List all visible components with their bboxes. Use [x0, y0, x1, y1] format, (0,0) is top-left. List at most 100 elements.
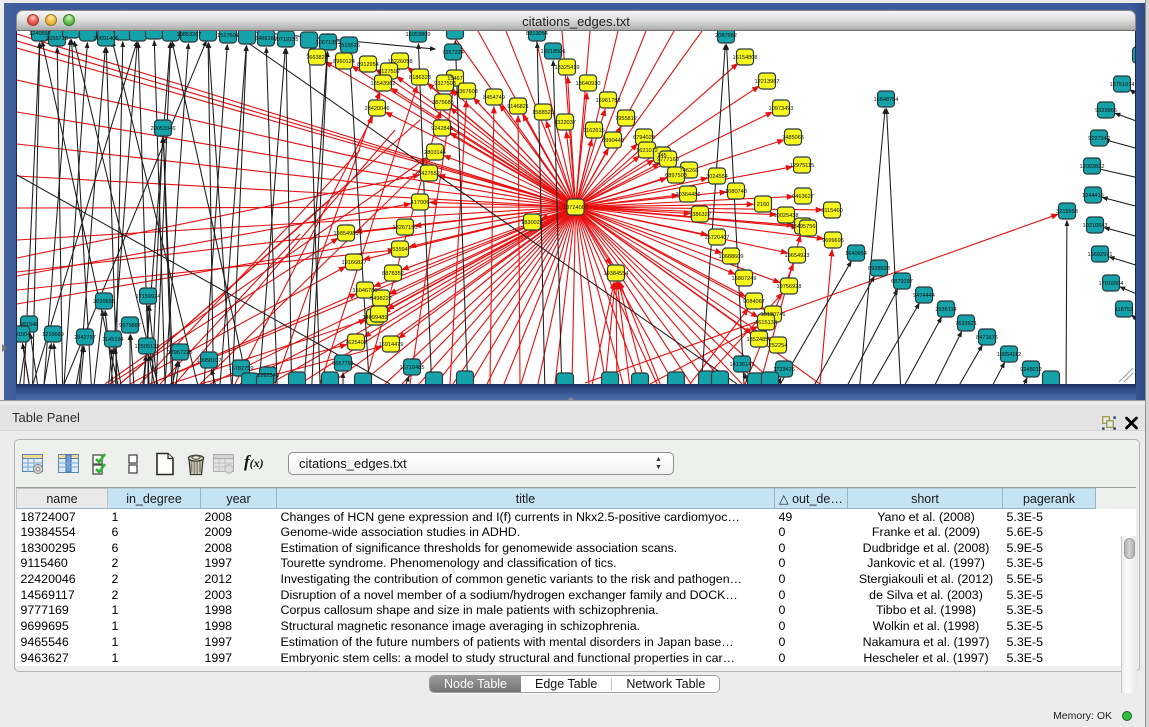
- svg-text:8322037: 8322037: [554, 120, 576, 126]
- svg-text:1830027: 1830027: [521, 220, 543, 226]
- svg-text:1733426: 1733426: [773, 367, 795, 373]
- svg-text:1615132: 1615132: [755, 320, 777, 326]
- svg-text:2803144: 2803144: [424, 150, 446, 156]
- svg-text:1162615: 1162615: [583, 128, 604, 134]
- svg-text:14136141: 14136141: [730, 362, 755, 368]
- svg-text:9146821: 9146821: [507, 104, 529, 110]
- svg-text:20053346: 20053346: [151, 126, 176, 132]
- svg-text:8912954: 8912954: [357, 62, 379, 68]
- svg-text:13226058: 13226058: [388, 59, 413, 65]
- svg-text:12975115: 12975115: [790, 163, 814, 169]
- svg-text:9329966: 9329966: [1095, 108, 1117, 114]
- svg-text:16782759: 16782759: [229, 366, 254, 372]
- svg-text:991548: 991548: [20, 322, 39, 328]
- svg-text:16648784: 16648784: [874, 97, 899, 103]
- svg-text:17016504: 17016504: [1099, 281, 1124, 287]
- svg-text:7357224: 7357224: [442, 50, 464, 56]
- svg-text:2020655: 2020655: [93, 299, 115, 305]
- svg-text:8878352: 8878352: [382, 271, 404, 277]
- svg-text:417006: 417006: [411, 200, 430, 206]
- svg-text:10671355: 10671355: [316, 40, 341, 46]
- svg-text:7955812: 7955812: [615, 116, 637, 122]
- svg-text:10958107: 10958107: [197, 358, 222, 364]
- svg-text:20364486: 20364486: [676, 192, 701, 198]
- svg-text:7515526: 7515526: [338, 43, 360, 49]
- svg-text:13267150: 13267150: [393, 225, 418, 231]
- svg-text:2367608: 2367608: [456, 89, 478, 95]
- svg-text:8427552: 8427552: [418, 171, 440, 177]
- svg-text:9242845: 9242845: [431, 126, 453, 132]
- svg-text:10210643: 10210643: [1083, 223, 1108, 229]
- svg-text:19654923: 19654923: [785, 253, 810, 259]
- svg-text:19166827: 19166827: [342, 260, 367, 266]
- svg-text:8938928: 8938928: [868, 266, 890, 272]
- svg-text:7625402: 7625402: [345, 340, 367, 346]
- svg-text:18724007: 18724007: [563, 205, 588, 211]
- svg-text:15046786: 15046786: [353, 288, 378, 294]
- svg-text:2942757: 2942757: [74, 335, 96, 341]
- svg-text:6794028: 6794028: [633, 135, 655, 141]
- svg-text:17957225: 17957225: [168, 350, 193, 356]
- svg-text:16914479: 16914479: [379, 342, 404, 348]
- svg-text:12093832: 12093832: [1080, 164, 1105, 170]
- svg-text:1527602: 1527602: [217, 33, 239, 39]
- svg-text:10025438: 10025438: [774, 213, 799, 219]
- svg-text:10654112: 10654112: [997, 352, 1021, 358]
- svg-text:1588520: 1588520: [532, 110, 554, 116]
- svg-text:15807249: 15807249: [732, 276, 757, 282]
- svg-text:15751074: 15751074: [1110, 82, 1135, 88]
- svg-text:9245012: 9245012: [1020, 367, 1042, 373]
- svg-text:14099489: 14099489: [363, 315, 388, 321]
- svg-text:9657791: 9657791: [332, 361, 354, 367]
- svg-text:9699695: 9699695: [822, 238, 844, 244]
- svg-text:2055713: 2055713: [46, 36, 68, 42]
- svg-text:8186323: 8186323: [409, 75, 431, 81]
- svg-text:1640954: 1640954: [845, 251, 867, 257]
- svg-text:9975887: 9975887: [119, 323, 141, 329]
- svg-text:16543962: 16543962: [371, 81, 396, 87]
- svg-text:9127502: 9127502: [378, 69, 400, 75]
- svg-text:9115460: 9115460: [821, 208, 842, 214]
- svg-text:831504: 831504: [17, 332, 30, 338]
- svg-text:9777169: 9777169: [657, 157, 679, 163]
- svg-text:9327503: 9327503: [434, 81, 456, 87]
- svg-text:2935114: 2935114: [935, 307, 956, 313]
- svg-text:10853267: 10853267: [177, 32, 202, 38]
- svg-text:5498222: 5498222: [370, 296, 392, 302]
- svg-text:10120746: 10120746: [761, 312, 786, 318]
- svg-text:19218506: 19218506: [541, 49, 566, 55]
- svg-text:10973493: 10973493: [769, 106, 794, 112]
- svg-text:19756928: 19756928: [777, 284, 802, 290]
- svg-text:1145194: 1145194: [102, 337, 123, 343]
- svg-text:10719155: 10719155: [274, 37, 299, 43]
- svg-text:252254: 252254: [769, 343, 788, 349]
- svg-text:17159924: 17159924: [136, 294, 161, 300]
- svg-text:7663822: 7663822: [306, 55, 328, 61]
- svg-text:19854985: 19854985: [334, 231, 359, 237]
- svg-text:8471676: 8471676: [976, 335, 998, 341]
- svg-text:1244415: 1244415: [1082, 193, 1104, 199]
- svg-text:20691406: 20691406: [94, 36, 119, 42]
- svg-text:8813054: 8813054: [526, 31, 548, 37]
- svg-text:9227342: 9227342: [1088, 136, 1110, 142]
- svg-text:16053809: 16053809: [406, 32, 431, 38]
- svg-text:9463627: 9463627: [792, 194, 814, 200]
- svg-text:6897508: 6897508: [665, 173, 687, 179]
- svg-text:23420046: 23420046: [365, 106, 390, 112]
- svg-text:3024554: 3024554: [706, 174, 728, 180]
- svg-text:15716485: 15716485: [400, 365, 425, 371]
- svg-text:19384554: 19384554: [604, 271, 629, 277]
- svg-text:7386322: 7386322: [689, 212, 711, 218]
- svg-text:6879197: 6879197: [891, 279, 913, 285]
- svg-text:1621072: 1621072: [636, 148, 658, 154]
- svg-text:2160: 2160: [757, 202, 769, 208]
- svg-text:16961758: 16961758: [596, 98, 621, 104]
- svg-text:9084067: 9084067: [743, 299, 765, 305]
- svg-text:15692971: 15692971: [1088, 252, 1113, 258]
- svg-text:1292346: 1292346: [257, 373, 279, 379]
- svg-text:1080748: 1080748: [725, 189, 747, 195]
- svg-text:9474444: 9474444: [913, 293, 935, 299]
- svg-text:7485063: 7485063: [782, 135, 804, 141]
- svg-text:18640910: 18640910: [576, 81, 601, 87]
- svg-text:8960124: 8960124: [333, 59, 355, 65]
